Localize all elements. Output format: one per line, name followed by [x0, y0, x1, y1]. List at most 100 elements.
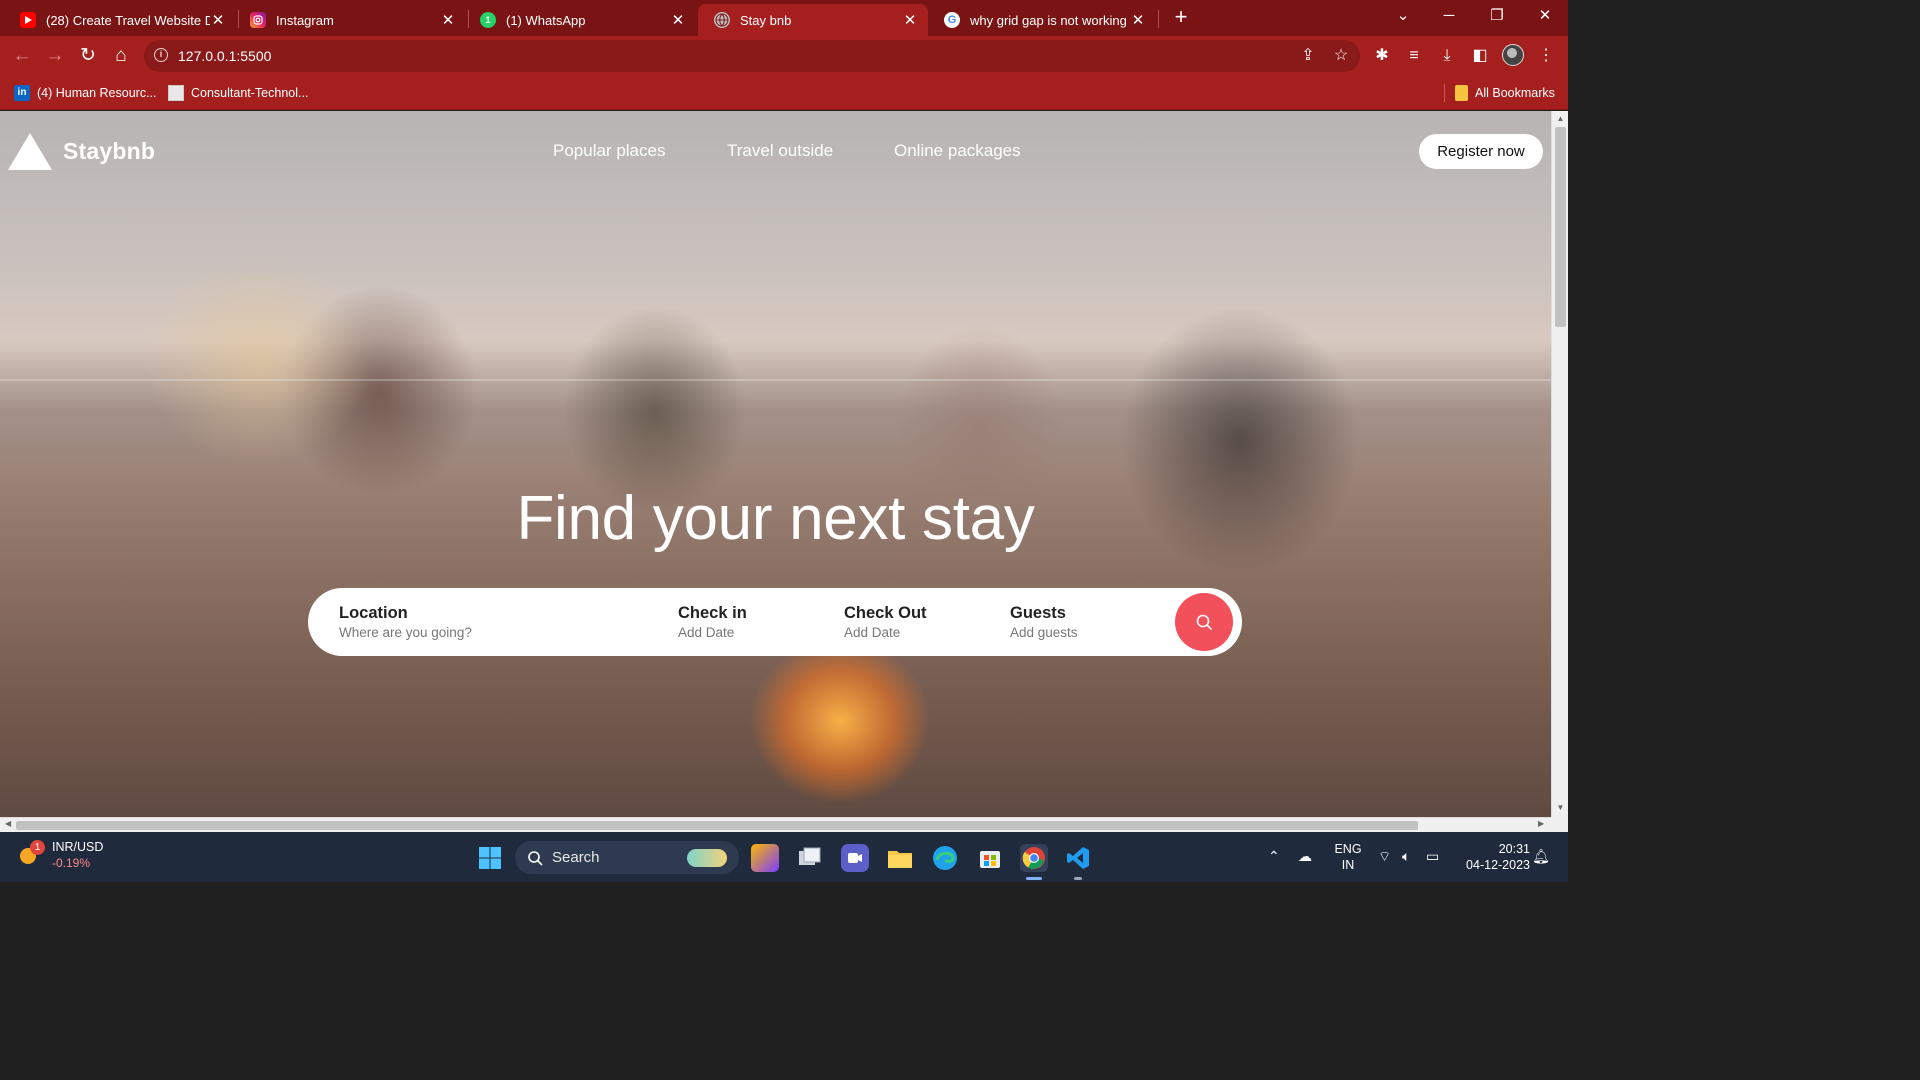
hero-title: Find your next stay	[516, 484, 1035, 553]
show-hidden-icons-icon[interactable]: ⌃	[1268, 848, 1280, 865]
close-icon[interactable]: ✕	[670, 11, 686, 29]
windows-logo-icon	[479, 847, 501, 869]
extensions-icon[interactable]: ✱	[1370, 44, 1394, 68]
close-icon[interactable]: ✕	[902, 11, 918, 29]
scroll-up-icon[interactable]: ▲	[1552, 114, 1569, 123]
scroll-right-icon[interactable]: ▶	[1538, 819, 1544, 828]
tab-staybnb[interactable]: Stay bnb ✕	[698, 4, 928, 36]
tab-google[interactable]: G why grid gap is not working - ✕	[928, 4, 1156, 36]
running-app-indicator	[1074, 877, 1082, 880]
minimize-icon[interactable]: ─	[1426, 0, 1472, 32]
reload-icon[interactable]: ↻	[75, 44, 101, 68]
whatsapp-icon: 1	[480, 12, 496, 28]
side-panel-icon[interactable]: ◧	[1468, 44, 1492, 68]
bookmark-star-icon[interactable]: ☆	[1331, 46, 1351, 66]
battery-icon[interactable]: ▭	[1426, 848, 1439, 865]
close-window-icon[interactable]: ✕	[1522, 0, 1568, 32]
close-icon[interactable]: ✕	[440, 11, 456, 29]
nav-online-packages[interactable]: Online packages	[894, 141, 1021, 161]
location-field[interactable]: Location Where are you going?	[339, 604, 472, 640]
profile-avatar[interactable]	[1502, 44, 1524, 66]
teams-chat-icon[interactable]	[841, 844, 869, 872]
search-bar: Location Where are you going? Check in A…	[308, 588, 1242, 656]
scroll-thumb[interactable]	[1555, 127, 1566, 327]
stock-widget[interactable]: 1 INR/USD -0.19%	[18, 840, 103, 870]
scroll-thumb[interactable]	[16, 821, 1418, 830]
location-hint: Where are you going?	[339, 625, 472, 640]
site-logo[interactable]: Staybnb	[8, 133, 155, 170]
bookmark-item[interactable]: in (4) Human Resourc...	[14, 84, 156, 102]
task-view-icon[interactable]	[796, 844, 824, 872]
nav-popular-places[interactable]: Popular places	[553, 141, 665, 161]
clock-time: 20:31	[1498, 842, 1530, 856]
notification-bell-icon[interactable]: 🔔︎	[1532, 848, 1550, 865]
url-text[interactable]: 127.0.0.1:5500	[178, 48, 271, 64]
language-indicator[interactable]: ENG IN	[1330, 842, 1366, 872]
copilot-preview-icon[interactable]	[751, 844, 779, 872]
logo-triangle-icon	[8, 133, 52, 170]
horizon-line	[0, 379, 1551, 381]
clock-date: 04-12-2023	[1466, 858, 1530, 872]
scroll-down-icon[interactable]: ▼	[1552, 803, 1569, 812]
scroll-corner	[1551, 817, 1568, 832]
site-info-icon[interactable]: i	[154, 48, 168, 62]
register-button[interactable]: Register now	[1419, 134, 1543, 169]
vscode-icon[interactable]	[1064, 844, 1092, 872]
reading-list-icon[interactable]: ≡	[1402, 44, 1426, 68]
onedrive-icon[interactable]: ☁	[1298, 848, 1312, 865]
new-tab-button[interactable]: +	[1168, 4, 1194, 30]
all-bookmarks[interactable]: All Bookmarks	[1444, 84, 1555, 102]
checkout-hint: Add Date	[844, 625, 901, 640]
bookmark-label: Consultant-Technol...	[191, 86, 309, 100]
volume-icon[interactable]: 🔈︎	[1402, 848, 1410, 865]
chrome-icon[interactable]	[1020, 844, 1048, 872]
horizontal-scrollbar[interactable]: ◀ ▶	[0, 817, 1551, 832]
tab-search-icon[interactable]: ⌄	[1380, 0, 1426, 32]
tab-strip: (28) Create Travel Website De ✕ Instagra…	[0, 0, 1568, 36]
search-button[interactable]	[1175, 593, 1233, 651]
tab-title: Stay bnb	[740, 12, 792, 28]
bookmark-label: (4) Human Resourc...	[37, 86, 157, 100]
page-thumbnail-icon	[168, 85, 184, 101]
location-label: Location	[339, 604, 408, 622]
bookmarks-bar: in (4) Human Resourc... Consultant-Techn…	[0, 76, 1568, 110]
vertical-scrollbar[interactable]: ▲ ▼	[1551, 111, 1568, 817]
guests-field[interactable]: Guests Add guests	[1010, 604, 1078, 640]
address-bar[interactable]: i 127.0.0.1:5500 ⇪ ☆	[144, 40, 1360, 72]
search-icon	[1196, 614, 1212, 630]
edge-browser-icon[interactable]	[931, 844, 959, 872]
file-explorer-icon[interactable]	[886, 844, 914, 872]
bookmark-item[interactable]: Consultant-Technol...	[168, 84, 308, 102]
stock-name: INR/USD	[52, 840, 104, 854]
clock[interactable]: 20:31 04-12-2023	[1454, 842, 1530, 872]
nav-travel-outside[interactable]: Travel outside	[727, 141, 833, 161]
back-icon[interactable]: ←	[9, 44, 35, 68]
youtube-icon	[20, 12, 36, 28]
download-icon[interactable]: ⤓	[1435, 44, 1459, 68]
forward-icon[interactable]: →	[42, 44, 68, 68]
checkin-hint: Add Date	[678, 625, 735, 640]
notification-badge: 1	[30, 840, 45, 855]
restore-icon[interactable]: ❐	[1474, 0, 1520, 32]
hero-background-photo	[0, 111, 1551, 817]
tab-title: Instagram	[276, 12, 334, 28]
menu-kebab-icon[interactable]: ⋮	[1534, 44, 1558, 68]
home-icon[interactable]: ⌂	[108, 44, 134, 68]
tab-whatsapp[interactable]: 1 (1) WhatsApp ✕	[464, 4, 696, 36]
share-icon[interactable]: ⇪	[1298, 46, 1318, 66]
checkout-field[interactable]: Check Out Add Date	[844, 604, 927, 640]
microsoft-store-icon[interactable]	[976, 844, 1004, 872]
taskbar-search[interactable]: Search	[515, 841, 739, 874]
active-app-indicator	[1026, 877, 1042, 880]
close-icon[interactable]: ✕	[210, 11, 226, 29]
tab-separator	[1158, 10, 1159, 28]
wifi-icon[interactable]: ⌔	[1378, 848, 1391, 866]
scroll-left-icon[interactable]: ◀	[5, 819, 11, 828]
tab-youtube[interactable]: (28) Create Travel Website De ✕	[4, 4, 236, 36]
instagram-icon	[250, 12, 266, 28]
close-icon[interactable]: ✕	[1130, 11, 1146, 29]
checkin-field[interactable]: Check in Add Date	[678, 604, 747, 640]
lang-line1: ENG	[1334, 842, 1362, 856]
tab-instagram[interactable]: Instagram ✕	[234, 4, 466, 36]
start-button[interactable]	[476, 844, 504, 872]
